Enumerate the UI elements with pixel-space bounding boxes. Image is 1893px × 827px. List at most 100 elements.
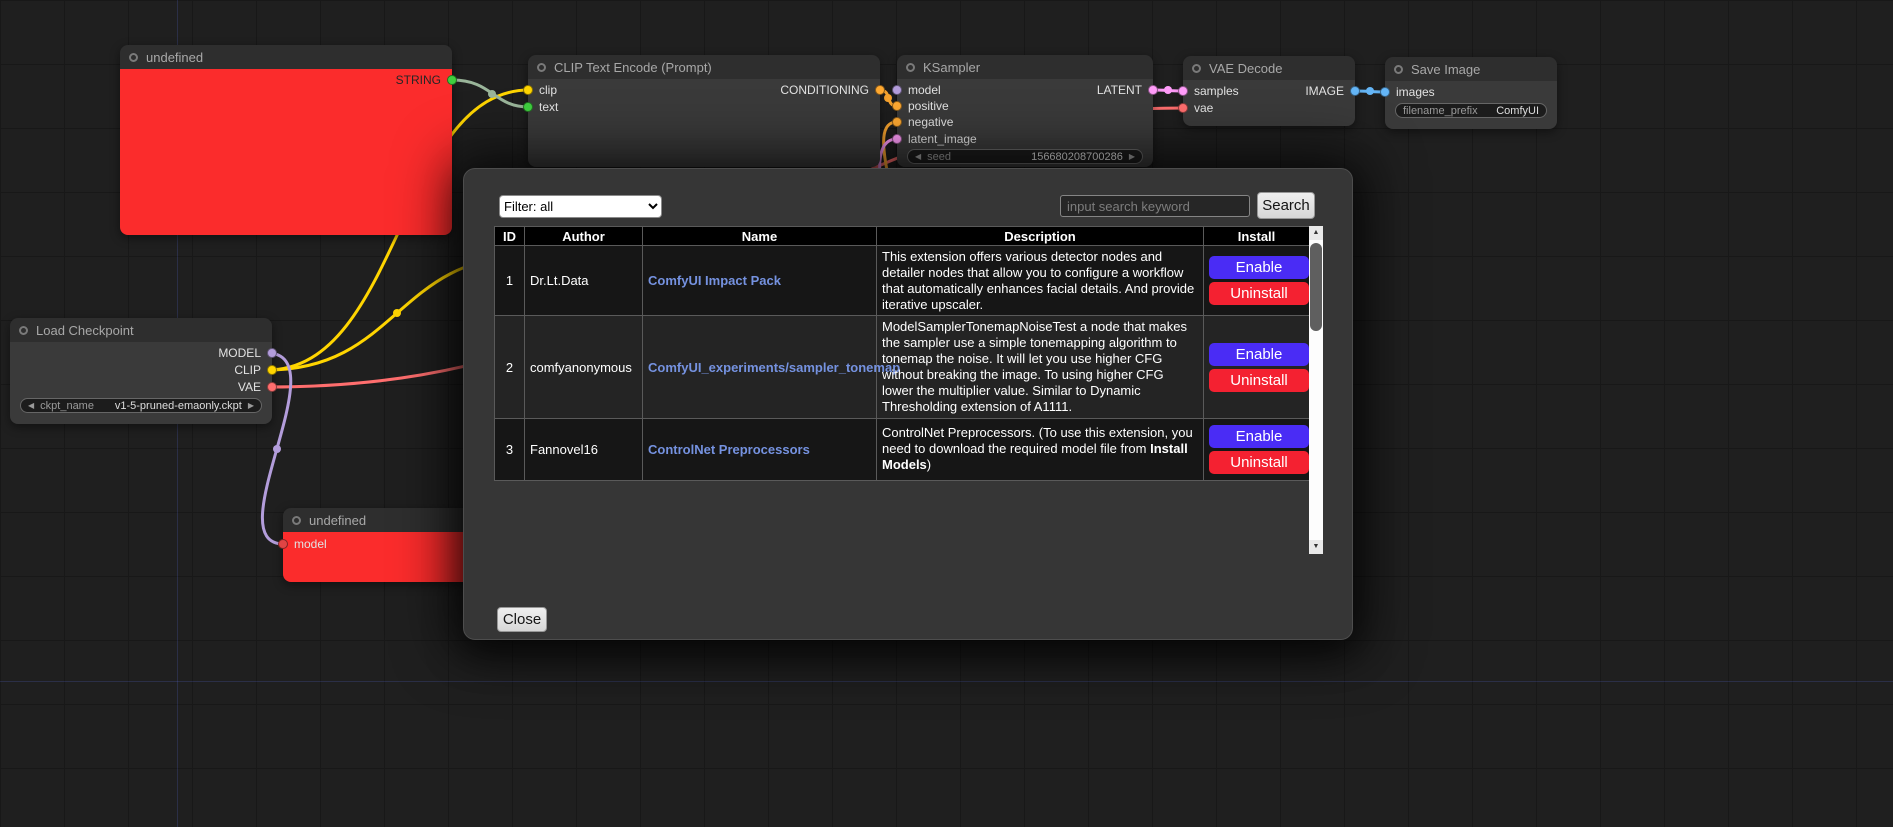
node-title-bar[interactable]: Save Image [1385, 57, 1557, 81]
extension-link[interactable]: ControlNet Preprocessors [648, 442, 810, 457]
model-slot-dot[interactable] [278, 539, 288, 549]
collapse-icon[interactable] [19, 326, 28, 335]
model-slot-dot[interactable] [892, 85, 902, 95]
node-title-bar[interactable]: Load Checkpoint [10, 318, 272, 342]
output-slot-conditioning[interactable]: CONDITIONING [780, 83, 885, 97]
latent-output-dot[interactable] [1148, 85, 1158, 95]
decrement-arrow-icon[interactable]: ◀ [915, 150, 921, 163]
widget-name: filename_prefix [1403, 105, 1478, 117]
input-slot-clip[interactable]: clip [523, 83, 557, 97]
filename-prefix-widget[interactable]: filename_prefix ComfyUI [1395, 103, 1547, 118]
scrollbar-thumb[interactable] [1310, 243, 1322, 331]
collapse-icon[interactable] [906, 63, 915, 72]
enable-button[interactable]: Enable [1209, 343, 1309, 366]
negative-slot-dot[interactable] [892, 117, 902, 127]
extensions-table: ID Author Name Description Install 1 Dr.… [494, 226, 1323, 554]
scroll-down-icon[interactable]: ▼ [1309, 540, 1323, 554]
input-slot-text[interactable]: text [523, 100, 558, 114]
clip-output-dot[interactable] [267, 365, 277, 375]
cell-description: ControlNet Preprocessors. (To use this e… [877, 418, 1204, 480]
collapse-icon[interactable] [292, 516, 301, 525]
slot-label: latent_image [908, 132, 977, 146]
node-ksampler[interactable]: KSampler model positive negative latent_… [897, 55, 1153, 167]
output-slot-clip[interactable]: CLIP [234, 363, 277, 377]
clip-slot-dot[interactable] [523, 85, 533, 95]
input-slot-samples[interactable]: samples [1178, 84, 1239, 98]
collapse-icon[interactable] [1192, 64, 1201, 73]
cell-author: Dr.Lt.Data [525, 246, 643, 316]
model-output-dot[interactable] [267, 348, 277, 358]
uninstall-button[interactable]: Uninstall [1209, 282, 1309, 305]
positive-slot-dot[interactable] [892, 101, 902, 111]
slot-label: negative [908, 115, 953, 129]
latent-slot-dot[interactable] [892, 134, 902, 144]
enable-button[interactable]: Enable [1209, 256, 1309, 279]
description-text: ModelSamplerTonemapNoiseTest a node that… [882, 319, 1187, 413]
search-button[interactable]: Search [1257, 192, 1315, 219]
collapse-icon[interactable] [129, 53, 138, 62]
vae-output-dot[interactable] [267, 382, 277, 392]
scrollbar[interactable]: ▲ ▼ [1309, 226, 1323, 554]
collapse-icon[interactable] [537, 63, 546, 72]
output-slot-string[interactable]: STRING [396, 73, 457, 87]
search-input[interactable] [1060, 195, 1250, 217]
cell-id: 1 [495, 246, 525, 316]
output-slot-vae[interactable]: VAE [238, 380, 277, 394]
node-vae-decode[interactable]: VAE Decode samples vae IMAGE [1183, 56, 1355, 126]
output-slot-model[interactable]: MODEL [218, 346, 277, 360]
filter-dropdown[interactable]: Filter: all [499, 195, 662, 218]
input-slot-model[interactable]: model [278, 537, 327, 551]
text-slot-dot[interactable] [523, 102, 533, 112]
extension-link[interactable]: ComfyUI_experiments/sampler_tonemap [648, 360, 900, 375]
images-slot-dot[interactable] [1380, 87, 1390, 97]
node-clip-text-encode[interactable]: CLIP Text Encode (Prompt) clip text COND… [528, 55, 880, 167]
cell-install: Enable Uninstall [1204, 316, 1310, 418]
next-arrow-icon[interactable]: ▶ [248, 399, 254, 412]
collapse-icon[interactable] [1394, 65, 1403, 74]
prev-arrow-icon[interactable]: ◀ [28, 399, 34, 412]
uninstall-button[interactable]: Uninstall [1209, 451, 1309, 474]
node-title-bar[interactable]: KSampler [897, 55, 1153, 79]
node-title: undefined [309, 513, 366, 528]
node-title-bar[interactable]: CLIP Text Encode (Prompt) [528, 55, 880, 79]
close-button[interactable]: Close [497, 607, 547, 632]
node-title-bar[interactable]: VAE Decode [1183, 56, 1355, 80]
node-title: undefined [146, 50, 203, 65]
node-title-bar[interactable]: undefined [120, 45, 452, 69]
output-slot-image[interactable]: IMAGE [1305, 84, 1360, 98]
node-save-image[interactable]: Save Image images filename_prefix ComfyU… [1385, 57, 1557, 129]
output-slot-latent[interactable]: LATENT [1097, 83, 1158, 97]
slot-label: MODEL [218, 346, 261, 360]
header-description: Description [877, 227, 1204, 246]
string-slot-dot[interactable] [447, 75, 457, 85]
input-slot-images[interactable]: images [1380, 85, 1435, 99]
enable-button[interactable]: Enable [1209, 425, 1309, 448]
node-load-checkpoint[interactable]: Load Checkpoint MODEL CLIP VAE ◀ ckpt_na… [10, 318, 272, 424]
seed-widget[interactable]: ◀ seed 156680208700286 ▶ [907, 149, 1143, 164]
widget-name: ckpt_name [40, 400, 94, 412]
samples-slot-dot[interactable] [1178, 86, 1188, 96]
input-slot-vae[interactable]: vae [1178, 101, 1213, 115]
widget-name: seed [927, 151, 951, 163]
ckpt-name-widget[interactable]: ◀ ckpt_name v1-5-pruned-emaonly.ckpt ▶ [20, 398, 262, 413]
node-undefined-top[interactable]: undefined STRING [120, 45, 452, 235]
node-body [120, 69, 452, 235]
input-slot-positive[interactable]: positive [892, 99, 949, 113]
slot-label: clip [539, 83, 557, 97]
description-suffix: ) [927, 457, 931, 472]
extension-link[interactable]: ComfyUI Impact Pack [648, 273, 781, 288]
input-slot-latent-image[interactable]: latent_image [892, 132, 977, 146]
input-slot-negative[interactable]: negative [892, 115, 953, 129]
image-slot-dot[interactable] [1350, 86, 1360, 96]
cell-author: Fannovel16 [525, 418, 643, 480]
input-slot-model[interactable]: model [892, 83, 941, 97]
node-graph-canvas[interactable]: undefined STRING CLIP Text Encode (Promp… [0, 0, 1893, 827]
table-header-row: ID Author Name Description Install [495, 227, 1310, 246]
scroll-up-icon[interactable]: ▲ [1309, 226, 1323, 240]
description-text: This extension offers various detector n… [882, 249, 1194, 312]
increment-arrow-icon[interactable]: ▶ [1129, 150, 1135, 163]
vae-slot-dot[interactable] [1178, 103, 1188, 113]
uninstall-button[interactable]: Uninstall [1209, 369, 1309, 392]
cell-id: 3 [495, 418, 525, 480]
conditioning-slot-dot[interactable] [875, 85, 885, 95]
